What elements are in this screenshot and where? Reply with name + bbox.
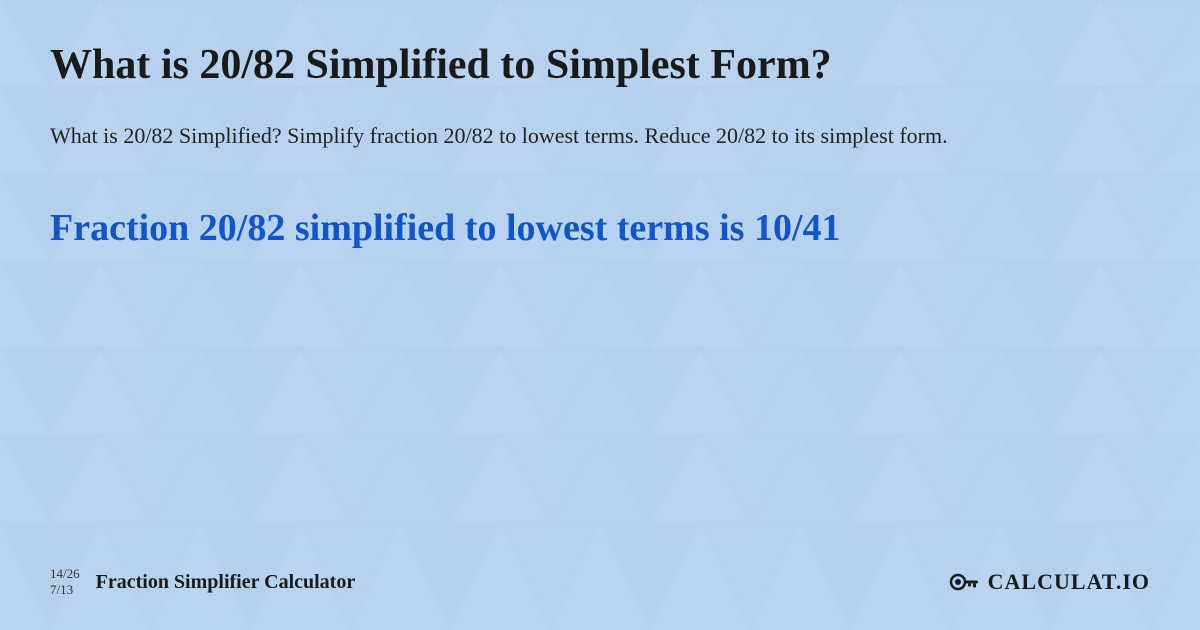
calculator-key-icon	[946, 564, 982, 600]
page-title: What is 20/82 Simplified to Simplest For…	[50, 40, 1150, 90]
page-description: What is 20/82 Simplified? Simplify fract…	[50, 118, 950, 153]
footer-logo: CALCULAT.IO	[946, 564, 1150, 600]
footer-fraction-bottom: 7/13	[50, 582, 80, 598]
logo-text: CALCULAT.IO	[988, 569, 1150, 595]
footer-label: Fraction Simplifier Calculator	[96, 571, 356, 594]
footer: 14/26 7/13 Fraction Simplifier Calculato…	[50, 544, 1150, 600]
footer-fraction-top: 14/26	[50, 566, 80, 582]
footer-fractions: 14/26 7/13	[50, 566, 80, 597]
result-section: Fraction 20/82 simplified to lowest term…	[50, 204, 1150, 253]
result-title: Fraction 20/82 simplified to lowest term…	[50, 204, 1150, 253]
